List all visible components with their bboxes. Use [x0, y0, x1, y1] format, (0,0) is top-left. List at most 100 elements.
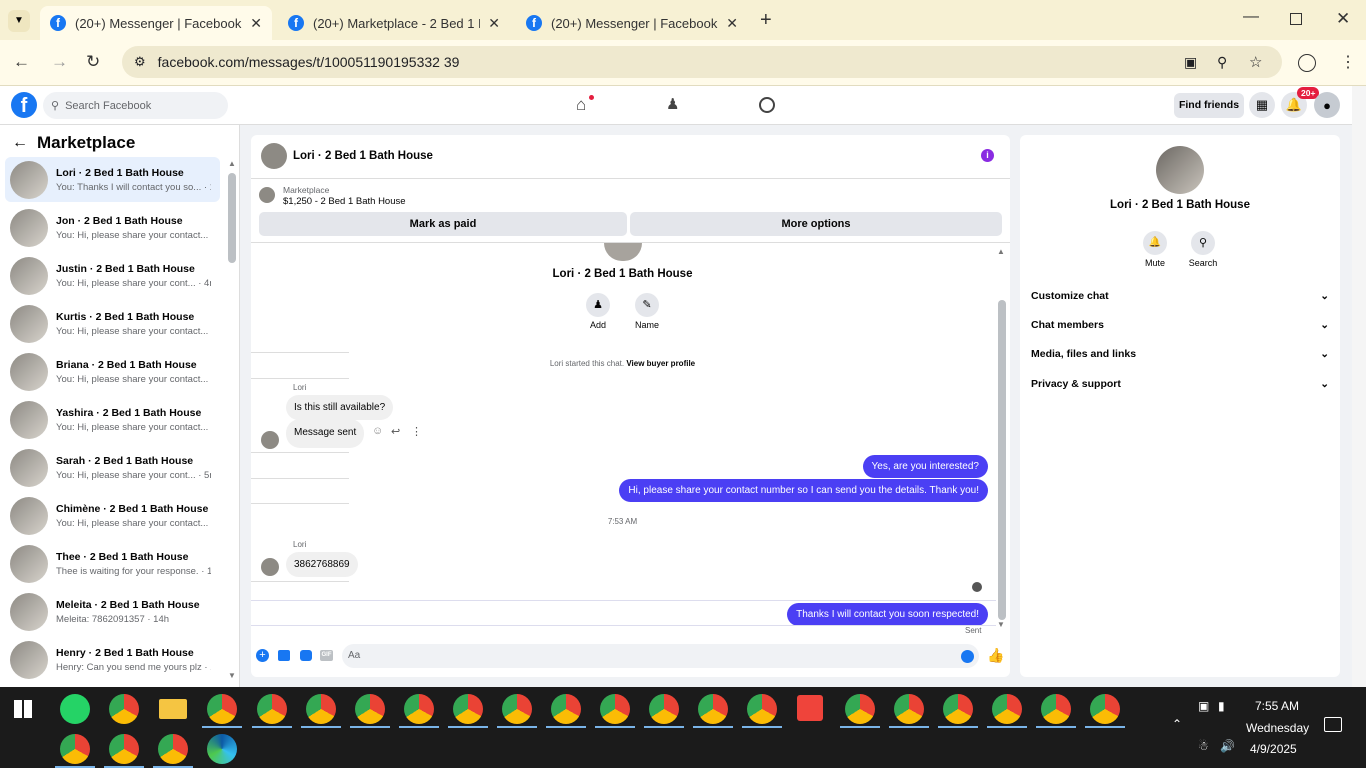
- facebook-logo[interactable]: f: [11, 92, 37, 118]
- friends-icon[interactable]: ♟: [666, 95, 679, 113]
- menu-grid-icon[interactable]: ▦: [1249, 92, 1275, 118]
- listing-thumbnail[interactable]: [259, 187, 275, 203]
- conversation-item[interactable]: Thee · 2 Bed 1 Bath House Thee is waiting…: [5, 541, 220, 586]
- chrome-profile-icon[interactable]: [845, 694, 875, 724]
- groups-icon[interactable]: [759, 97, 775, 113]
- new-tab-icon[interactable]: +: [760, 9, 772, 32]
- reply-icon[interactable]: ↩: [391, 425, 400, 438]
- like-icon[interactable]: 👍: [987, 647, 1004, 664]
- chrome-profile-icon[interactable]: [600, 694, 630, 724]
- account-avatar[interactable]: ●: [1314, 92, 1340, 118]
- file-explorer-icon[interactable]: [159, 699, 187, 719]
- tab-messenger-1[interactable]: f (20+) Messenger | Facebook ✕: [40, 6, 272, 40]
- profile-icon[interactable]: [1298, 54, 1316, 72]
- scroll-down-icon[interactable]: ▼: [228, 671, 236, 680]
- clock-date[interactable]: 4/9/2025: [1250, 742, 1297, 756]
- chrome-profile-icon[interactable]: [158, 734, 188, 764]
- chat-header-avatar[interactable]: [261, 143, 287, 169]
- chrome-profile-icon[interactable]: [747, 694, 777, 724]
- bookmark-star-icon[interactable]: ☆: [1249, 53, 1262, 71]
- minimize-icon[interactable]: —: [1243, 8, 1259, 26]
- chrome-profile-icon[interactable]: [257, 694, 287, 724]
- tab-marketplace[interactable]: f (20+) Marketplace - 2 Bed 1 Ba ✕: [278, 6, 510, 40]
- search-button[interactable]: ⚲: [1191, 231, 1215, 255]
- chrome-profile-icon[interactable]: [649, 694, 679, 724]
- tab-search-icon[interactable]: ▼: [8, 10, 30, 32]
- outgoing-message[interactable]: Hi, please share your contact number so …: [619, 479, 988, 502]
- chrome-profile-icon[interactable]: [698, 694, 728, 724]
- windows-start-icon[interactable]: [14, 700, 32, 718]
- profile-avatar[interactable]: [604, 243, 642, 261]
- emoji-icon[interactable]: [961, 650, 974, 663]
- show-hidden-icons[interactable]: ⌃: [1172, 717, 1182, 731]
- chrome-profile-icon[interactable]: [306, 694, 336, 724]
- sticker-icon[interactable]: [300, 650, 312, 661]
- chrome-profile-icon[interactable]: [894, 694, 924, 724]
- conversation-item[interactable]: Sarah · 2 Bed 1 Bath House You: Hi, pleas…: [5, 445, 220, 490]
- site-info-icon[interactable]: ⚙: [134, 54, 146, 70]
- chrome-profile-icon[interactable]: [404, 694, 434, 724]
- info-avatar[interactable]: [1156, 146, 1204, 194]
- chrome-profile-icon[interactable]: [1041, 694, 1071, 724]
- page-scrollbar[interactable]: [1352, 86, 1366, 687]
- gallery-icon[interactable]: [278, 650, 290, 661]
- outgoing-message[interactable]: Thanks I will contact you soon respected…: [787, 603, 988, 626]
- forward-icon[interactable]: →: [51, 52, 68, 72]
- section-customize-chat[interactable]: Customize chat ⌄: [1031, 290, 1329, 302]
- conversation-item[interactable]: Jon · 2 Bed 1 Bath House You: Hi, please …: [5, 205, 220, 250]
- restore-icon[interactable]: [1290, 13, 1302, 25]
- section-privacy-support[interactable]: Privacy & support ⌄: [1031, 378, 1329, 390]
- chrome-profile-icon[interactable]: [943, 694, 973, 724]
- chat-header-name[interactable]: Lori · 2 Bed 1 Bath House: [293, 150, 433, 162]
- zoom-icon[interactable]: ⚲: [1217, 54, 1227, 71]
- volume-icon[interactable]: 🔊: [1220, 739, 1235, 753]
- react-icon[interactable]: ☺: [372, 425, 383, 437]
- chrome-profile-icon[interactable]: [109, 734, 139, 764]
- conversation-item[interactable]: Briana · 2 Bed 1 Bath House You: Hi, plea…: [5, 349, 220, 394]
- edge-icon[interactable]: [207, 734, 237, 764]
- network-icon[interactable]: ☃: [1198, 739, 1209, 753]
- battery-icon[interactable]: ▮: [1218, 699, 1225, 713]
- clock-day[interactable]: Wednesday: [1246, 721, 1309, 735]
- chrome-profile-icon[interactable]: [355, 694, 385, 724]
- outgoing-message[interactable]: Yes, are you interested?: [862, 455, 988, 478]
- close-tab-icon[interactable]: ✕: [250, 15, 262, 32]
- chat-scrollbar-thumb[interactable]: [998, 300, 1006, 620]
- install-icon[interactable]: ▣: [1184, 54, 1197, 71]
- add-button[interactable]: ♟: [586, 293, 610, 317]
- conversation-item[interactable]: Lori · 2 Bed 1 Bath House You: Thanks I w…: [5, 157, 220, 202]
- view-buyer-profile-link[interactable]: View buyer profile: [626, 359, 695, 368]
- chrome-profile-icon[interactable]: [502, 694, 532, 724]
- tab-messenger-2[interactable]: f (20+) Messenger | Facebook ✕: [516, 6, 748, 40]
- plus-icon[interactable]: +: [256, 649, 269, 662]
- close-tab-icon[interactable]: ✕: [726, 15, 738, 32]
- incoming-message[interactable]: Message sent: [286, 419, 365, 448]
- scrollbar-thumb[interactable]: [228, 173, 236, 263]
- listing-price[interactable]: $1,250 - 2 Bed 1 Bath House: [283, 196, 406, 207]
- scroll-down-icon[interactable]: ▼: [997, 620, 1005, 629]
- chrome-profile-icon[interactable]: [453, 694, 483, 724]
- conversation-item[interactable]: Yashira · 2 Bed 1 Bath House You: Hi, ple…: [5, 397, 220, 442]
- search-input[interactable]: ⚲ Search Facebook: [43, 92, 228, 119]
- mark-as-paid-button[interactable]: Mark as paid: [259, 212, 627, 236]
- conversation-item[interactable]: Kurtis · 2 Bed 1 Bath House You: Hi, plea…: [5, 301, 220, 346]
- more-icon[interactable]: ⋮: [411, 425, 422, 438]
- section-chat-members[interactable]: Chat members ⌄: [1031, 319, 1329, 331]
- message-input[interactable]: Aa: [342, 644, 979, 668]
- whatsapp-icon[interactable]: [60, 694, 90, 724]
- conversation-item[interactable]: Justin · 2 Bed 1 Bath House You: Hi, plea…: [5, 253, 220, 298]
- mute-button[interactable]: 🔔: [1143, 231, 1167, 255]
- back-icon[interactable]: ←: [13, 52, 30, 72]
- conversation-item[interactable]: Meleita · 2 Bed 1 Bath House Meleita: 786…: [5, 589, 220, 634]
- scroll-up-icon[interactable]: ▲: [997, 247, 1005, 256]
- sender-avatar[interactable]: [261, 431, 279, 449]
- incoming-message[interactable]: 3862768869: [286, 552, 358, 577]
- section-media-files[interactable]: Media, files and links ⌄: [1031, 348, 1329, 360]
- menu-icon[interactable]: ⋮: [1340, 52, 1356, 72]
- meet-now-icon[interactable]: ▣: [1198, 699, 1209, 713]
- conversation-item[interactable]: Chimène · 2 Bed 1 Bath House You: Hi, ple…: [5, 493, 220, 538]
- conversation-item[interactable]: Henry · 2 Bed 1 Bath House Henry: Can you…: [5, 637, 220, 682]
- edit-name-button[interactable]: ✎: [635, 293, 659, 317]
- sender-avatar[interactable]: [261, 558, 279, 576]
- find-friends-button[interactable]: Find friends: [1174, 93, 1244, 118]
